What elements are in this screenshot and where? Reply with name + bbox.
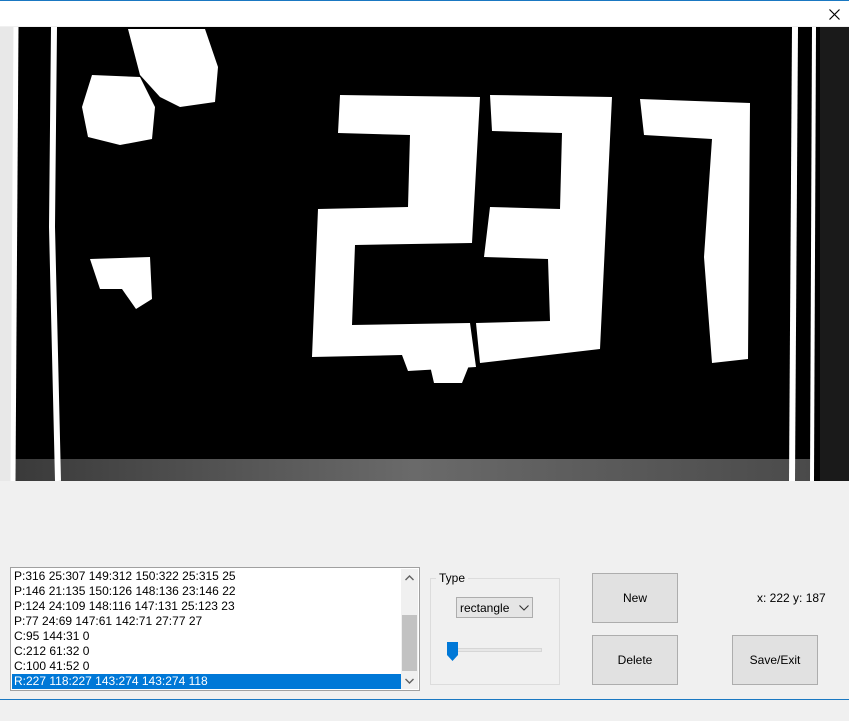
chevron-down-icon — [405, 678, 414, 684]
chevron-down-icon — [516, 604, 532, 611]
slider-track[interactable] — [452, 648, 542, 652]
type-groupbox — [430, 578, 560, 685]
list-item-selected[interactable]: R:227 118:227 143:274 143:274 118 — [12, 674, 401, 689]
image-canvas[interactable] — [0, 27, 849, 481]
list-item[interactable]: C:212 61:32 0 — [12, 644, 401, 659]
delete-button[interactable]: Delete — [592, 635, 678, 685]
shapes-list[interactable]: P:316 25:307 149:312 150:322 25:315 25 P… — [10, 567, 420, 691]
slider-thumb[interactable] — [447, 642, 458, 664]
list-item[interactable]: P:146 21:135 150:126 148:136 23:146 22 — [12, 584, 401, 599]
close-button[interactable] — [819, 1, 849, 27]
chevron-up-icon — [405, 574, 414, 580]
close-icon — [828, 8, 840, 20]
list-scrollbar[interactable] — [401, 569, 418, 689]
list-item[interactable]: C:100 41:52 0 — [12, 659, 401, 674]
scroll-down-button[interactable] — [401, 672, 418, 689]
scroll-thumb[interactable] — [402, 615, 417, 671]
type-group-label: Type — [436, 571, 469, 585]
scroll-up-button[interactable] — [401, 569, 418, 586]
type-select-value: rectangle — [460, 600, 510, 615]
list-item[interactable]: P:124 24:109 148:116 147:131 25:123 23 — [12, 599, 401, 614]
window-bottom-area — [0, 700, 849, 721]
type-select[interactable]: rectangle — [456, 597, 533, 618]
shapes-list-items: P:316 25:307 149:312 150:322 25:315 25 P… — [12, 569, 401, 689]
save-exit-button[interactable]: Save/Exit — [732, 635, 818, 685]
cursor-coords-label: x: 222 y: 187 — [757, 591, 826, 605]
list-item[interactable]: P:77 24:69 147:61 142:71 27:77 27 — [12, 614, 401, 629]
list-item[interactable]: P:316 25:307 149:312 150:322 25:315 25 — [12, 569, 401, 584]
list-item[interactable]: C:95 144:31 0 — [12, 629, 401, 644]
title-bar — [0, 0, 849, 26]
new-button[interactable]: New — [592, 573, 678, 623]
